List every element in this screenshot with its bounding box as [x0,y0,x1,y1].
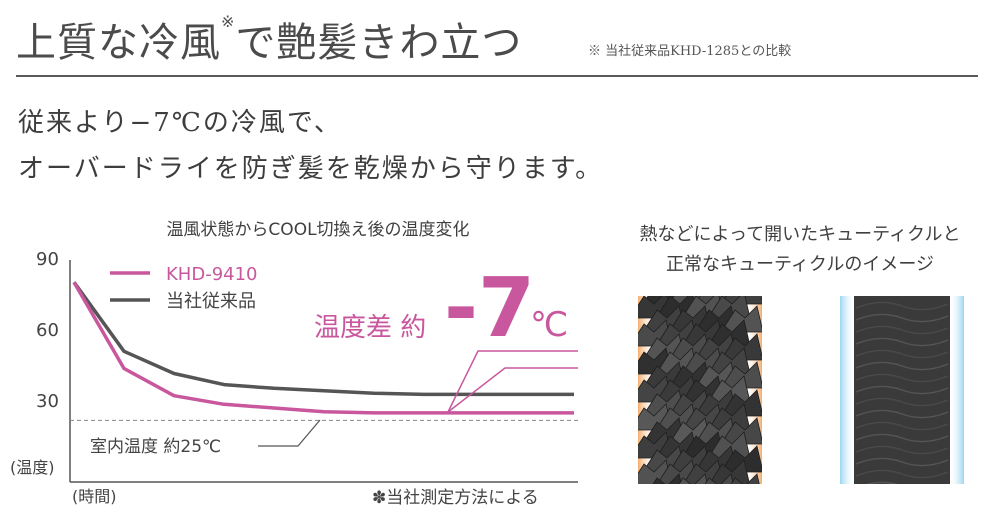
lead-line-1: 従来より−7℃の冷風で、 [18,108,342,138]
room-temperature-leader [258,419,321,447]
difference-leader-upper [447,350,578,413]
y-tick-label-60: 60 [36,320,59,341]
room-temperature-label: 室内温度 約25℃ [90,437,221,457]
x-axis-label: (時間) [72,487,117,506]
illustration-caption-line-2: 正常なキューティクルのイメージ [665,254,935,275]
y-axis-label: (温度) [10,458,55,477]
headline-note: ※ 当社従来品KHD-1285との比較 [588,44,792,59]
headline: 上質な冷風※で艶髪きわ立つ [16,10,522,68]
legend-label-conventional: 当社従来品 [166,291,256,312]
legend-label-khd-9410: KHD-9410 [166,264,258,285]
divider [16,75,978,77]
headline-main: 上質な冷風 [16,20,221,66]
y-tick-label-30: 30 [36,391,59,412]
chart-title: 温風状態からCOOL切換え後の温度変化 [166,220,469,240]
difference-prefix: 温度差 約 [314,313,426,343]
chart-footnote: ✽当社測定方法による [372,488,539,508]
difference-unit: ℃ [530,305,568,345]
temperature-chart: 温風状態からCOOL切換え後の温度変化 90 60 30 (温度) (時間) ✽… [10,220,578,508]
headline-tail: で艶髪きわ立つ [235,20,523,66]
difference-value: -7 [444,261,535,356]
y-tick-label-90: 90 [36,249,59,270]
open-cuticle-illustration [638,296,762,484]
headline-mark: ※ [221,12,236,31]
illustration-caption-line-1: 熱などによって開いたキューティクルと [639,224,961,245]
lead-line-2: オーバードライを防ぎ髪を乾燥から守ります。 [18,154,604,184]
difference-leader-lower [447,367,578,413]
normal-cuticle-illustration [840,296,964,484]
